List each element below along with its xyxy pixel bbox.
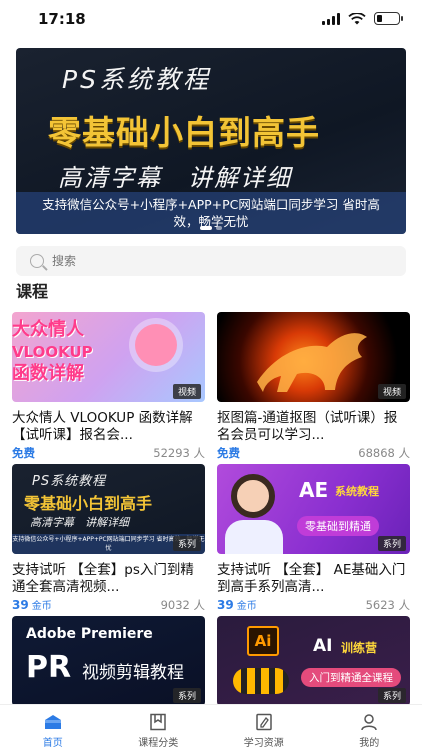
course-card[interactable]: Adobe Premiere PR 视频剪辑教程 系列: [12, 616, 205, 706]
banner-pagination: [16, 226, 406, 230]
course-price: 39 金币: [217, 597, 257, 612]
search-icon: [30, 254, 44, 268]
tab-label: 学习资源: [243, 738, 284, 749]
signal-icon: [322, 12, 340, 25]
course-card[interactable]: 大众情人 VLOOKUP 函数详解 视频 大众情人 VLOOKUP 函数详解【试…: [12, 312, 205, 461]
type-badge: 视频: [377, 384, 406, 399]
thumb-text: 函数详解: [12, 363, 84, 384]
promo-banner[interactable]: PS系统教程 零基础小白到高手 高清字幕 讲解详细 支持微信公众号+小程序+AP…: [16, 48, 406, 234]
bottom-tab-bar: 首页 课程分类 学习资源 我的: [0, 704, 422, 750]
person-illustration: [231, 474, 275, 518]
home-icon: [44, 715, 61, 729]
thumb-text: 高清字幕 讲解详细: [30, 516, 129, 529]
type-badge: 系列: [172, 536, 201, 551]
price-value: 39: [217, 598, 234, 612]
banner-subtitle: 高清字幕 讲解详细: [58, 164, 292, 192]
course-thumbnail[interactable]: 大众情人 VLOOKUP 函数详解 视频: [12, 312, 205, 402]
course-title[interactable]: 支持试听 【全套】ps入门到精通全套高清视频...: [12, 562, 205, 596]
course-thumbnail[interactable]: PS系统教程 零基础小白到高手 高清字幕 讲解详细 支持微信公众号+小程序+AP…: [12, 464, 205, 554]
banner-headline: 零基础小白到高手: [48, 113, 320, 152]
course-price: 免费: [12, 446, 35, 460]
thumb-text: VLOOKUP: [12, 343, 93, 361]
course-price: 39 金币: [12, 597, 52, 612]
search-bar[interactable]: [16, 246, 406, 276]
resource-icon: [256, 713, 272, 731]
status-icons: [322, 12, 403, 25]
status-time: 17:18: [38, 10, 86, 28]
user-icon: [361, 714, 377, 731]
thumb-text: AI: [313, 636, 333, 656]
course-price: 免费: [217, 446, 240, 460]
thumb-text: Adobe Premiere: [26, 626, 153, 642]
course-card[interactable]: AE 系统教程 零基础到精通 系列 支持试听 【全套】 AE基础入门到高手系列高…: [217, 464, 410, 613]
learner-count: 5623 人: [365, 598, 410, 612]
type-badge: 视频: [172, 384, 201, 399]
thumb-text: 入门到精通全课程: [301, 668, 401, 687]
type-badge: 系列: [377, 688, 406, 703]
heart-illustration: [135, 324, 177, 366]
thumb-text: 大众情人: [12, 319, 84, 340]
course-card[interactable]: Ai AI 训练营 入门到精通全课程 系列: [217, 616, 410, 706]
tab-course-category[interactable]: 课程分类: [106, 705, 212, 750]
bookmark-icon: [150, 713, 166, 731]
banner-dot: [200, 226, 212, 230]
wifi-icon: [348, 12, 366, 24]
course-title[interactable]: 大众情人 VLOOKUP 函数详解【试听课】报名会...: [12, 410, 205, 444]
tab-label: 首页: [42, 738, 63, 749]
course-card[interactable]: PS系统教程 零基础小白到高手 高清字幕 讲解详细 支持微信公众号+小程序+AP…: [12, 464, 205, 613]
tab-label: 课程分类: [138, 738, 179, 749]
tab-label: 我的: [359, 738, 380, 749]
bee-illustration: [233, 668, 289, 694]
price-unit: 金币: [236, 601, 257, 612]
section-title: 课程: [16, 282, 49, 301]
banner-dot: [216, 226, 222, 230]
course-meta: 免费 52293 人: [12, 445, 205, 461]
tab-mine[interactable]: 我的: [317, 705, 422, 750]
thumb-text: 视频剪辑教程: [82, 663, 184, 683]
course-thumbnail[interactable]: AE 系统教程 零基础到精通 系列: [217, 464, 410, 554]
course-title[interactable]: 支持试听 【全套】 AE基础入门到高手系列高清...: [217, 562, 410, 596]
course-card[interactable]: 视频 抠图篇-通道抠图（试听课）报名会员可以学习... 免费 68868 人: [217, 312, 410, 461]
learner-count: 9032 人: [160, 598, 205, 612]
learner-count: 68868 人: [358, 446, 410, 460]
course-thumbnail[interactable]: Adobe Premiere PR 视频剪辑教程 系列: [12, 616, 205, 706]
thumb-text: AE: [299, 478, 329, 502]
course-meta: 39 金币 9032 人: [12, 597, 205, 613]
type-badge: 系列: [377, 536, 406, 551]
tab-learning-resources[interactable]: 学习资源: [211, 705, 317, 750]
course-meta: 39 金币 5623 人: [217, 597, 410, 613]
thumb-text: PS系统教程: [32, 474, 107, 489]
thumb-text: 系统教程: [335, 485, 379, 498]
course-thumbnail[interactable]: Ai AI 训练营 入门到精通全课程 系列: [217, 616, 410, 706]
learner-count: 52293 人: [153, 446, 205, 460]
thumb-text: 零基础到精通: [297, 516, 379, 536]
battery-icon: [374, 12, 403, 25]
search-input[interactable]: [52, 254, 352, 268]
illustrator-logo: Ai: [247, 626, 279, 656]
tab-home[interactable]: 首页: [0, 705, 106, 750]
price-value: 39: [12, 598, 29, 612]
banner-title: PS系统教程: [62, 65, 211, 94]
status-bar: 17:18: [0, 0, 422, 36]
price-unit: 金币: [31, 601, 52, 612]
thumb-text: PR: [26, 650, 72, 685]
course-title[interactable]: 抠图篇-通道抠图（试听课）报名会员可以学习...: [217, 410, 410, 444]
thumb-text: 训练营: [341, 641, 378, 655]
course-meta: 免费 68868 人: [217, 445, 410, 461]
course-thumbnail[interactable]: 视频: [217, 312, 410, 402]
person-illustration: [225, 520, 283, 554]
thumb-text: 零基础小白到高手: [24, 494, 153, 513]
type-badge: 系列: [172, 688, 201, 703]
